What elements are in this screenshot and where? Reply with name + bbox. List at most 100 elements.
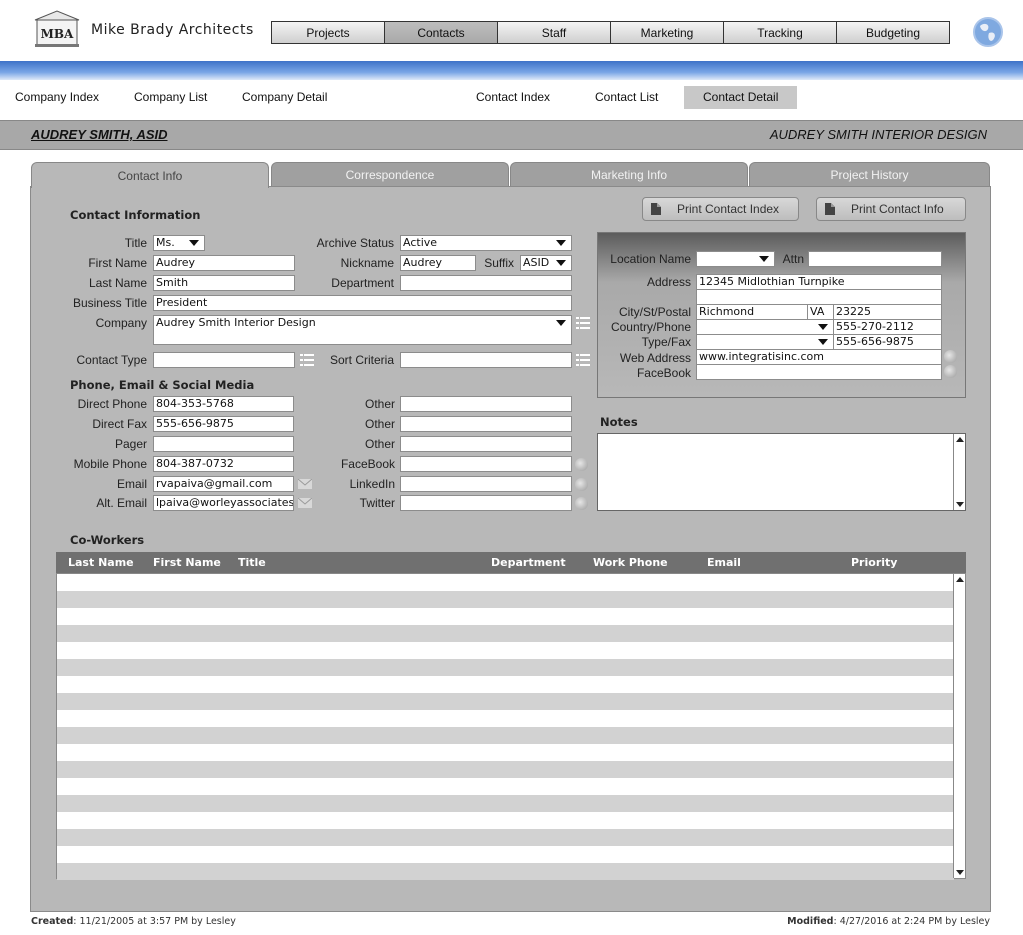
scroll-down-icon[interactable]: [956, 502, 964, 507]
web-address-field[interactable]: www.integratisinc.com: [696, 349, 942, 365]
department-field[interactable]: [400, 275, 572, 291]
col-title[interactable]: Title: [238, 556, 266, 569]
nav-budgeting[interactable]: Budgeting: [836, 21, 950, 44]
facebook-field[interactable]: [400, 456, 572, 472]
subnav-contact-detail[interactable]: Contact Detail: [684, 86, 798, 109]
state-field[interactable]: VA: [807, 304, 834, 320]
tab-marketing-info[interactable]: Marketing Info: [510, 162, 748, 187]
table-row[interactable]: [57, 846, 954, 863]
table-row[interactable]: [57, 676, 954, 693]
table-row[interactable]: [57, 659, 954, 676]
first-name-field[interactable]: Audrey: [153, 255, 295, 271]
print-contact-index-button[interactable]: Print Contact Index: [642, 197, 799, 221]
go-icon[interactable]: [575, 497, 588, 510]
other2-label: Other: [364, 417, 395, 431]
tab-contact-info[interactable]: Contact Info: [31, 162, 269, 188]
alt-email-field[interactable]: lpaiva@worleyassociates: [153, 495, 294, 511]
city-field[interactable]: Richmond: [696, 304, 808, 320]
title-select[interactable]: Ms.: [153, 235, 205, 251]
scroll-up-icon[interactable]: [956, 577, 964, 582]
archive-status-select[interactable]: Active: [400, 235, 572, 251]
address2-field[interactable]: [696, 289, 942, 305]
table-row[interactable]: [57, 829, 954, 846]
nav-projects[interactable]: Projects: [271, 21, 385, 44]
location-name-select[interactable]: [696, 251, 775, 267]
nav-staff[interactable]: Staff: [497, 21, 611, 44]
location-phone-field[interactable]: 555-270-2112: [833, 319, 942, 335]
table-row[interactable]: [57, 574, 954, 591]
subnav-contact-index[interactable]: Contact Index: [476, 86, 550, 109]
go-icon[interactable]: [575, 458, 588, 471]
table-row[interactable]: [57, 727, 954, 744]
nav-contacts[interactable]: Contacts: [384, 21, 498, 44]
sort-criteria-field[interactable]: [400, 352, 572, 368]
col-department[interactable]: Department: [491, 556, 566, 569]
country-select[interactable]: [696, 319, 834, 335]
col-email[interactable]: Email: [707, 556, 741, 569]
email-field[interactable]: rvapaiva@gmail.com: [153, 476, 294, 492]
table-row[interactable]: [57, 710, 954, 727]
location-fax-field[interactable]: 555-656-9875: [833, 334, 942, 350]
table-row[interactable]: [57, 608, 954, 625]
address-field[interactable]: 12345 Midlothian Turnpike: [696, 274, 942, 290]
col-last-name[interactable]: Last Name: [68, 556, 134, 569]
table-row[interactable]: [57, 625, 954, 642]
notes-textarea[interactable]: [597, 433, 966, 511]
subnav-company-index[interactable]: Company Index: [15, 86, 99, 109]
scroll-down-icon[interactable]: [956, 870, 964, 875]
business-title-field[interactable]: President: [153, 295, 572, 311]
table-row[interactable]: [57, 591, 954, 608]
table-row[interactable]: [57, 761, 954, 778]
scroll-up-icon[interactable]: [956, 437, 964, 442]
contact-type-field[interactable]: [153, 352, 295, 368]
last-name-label: Last Name: [88, 276, 147, 290]
subnav-company-detail[interactable]: Company Detail: [242, 86, 327, 109]
type-select[interactable]: [696, 334, 834, 350]
tab-project-history[interactable]: Project History: [749, 162, 990, 187]
suffix-select[interactable]: ASID: [520, 255, 572, 271]
direct-fax-field[interactable]: 555-656-9875: [153, 416, 294, 432]
last-name-field[interactable]: Smith: [153, 275, 295, 291]
nav-tracking[interactable]: Tracking: [723, 21, 837, 44]
table-row[interactable]: [57, 744, 954, 761]
print-contact-info-button[interactable]: Print Contact Info: [816, 197, 966, 221]
table-row[interactable]: [57, 642, 954, 659]
twitter-field[interactable]: [400, 495, 572, 511]
company-select[interactable]: Audrey Smith Interior Design: [153, 315, 572, 345]
table-row[interactable]: [57, 778, 954, 795]
table-row[interactable]: [57, 795, 954, 812]
nav-marketing[interactable]: Marketing: [610, 21, 724, 44]
list-icon[interactable]: [576, 317, 590, 329]
go-icon[interactable]: [575, 478, 588, 491]
table-row[interactable]: [57, 812, 954, 829]
go-icon[interactable]: [944, 350, 957, 363]
coworkers-table[interactable]: [56, 573, 966, 880]
subnav-company-list[interactable]: Company List: [134, 86, 207, 109]
col-first-name[interactable]: First Name: [153, 556, 221, 569]
other2-field[interactable]: [400, 416, 572, 432]
col-priority[interactable]: Priority: [851, 556, 897, 569]
list-icon[interactable]: [576, 354, 590, 366]
attn-field[interactable]: [808, 251, 942, 267]
postal-field[interactable]: 23225: [833, 304, 942, 320]
direct-phone-field[interactable]: 804-353-5768: [153, 396, 294, 412]
globe-icon[interactable]: [972, 16, 1004, 48]
other1-field[interactable]: [400, 396, 572, 412]
table-row[interactable]: [57, 693, 954, 710]
tab-correspondence[interactable]: Correspondence: [271, 162, 509, 187]
suffix-label: Suffix: [484, 256, 514, 270]
linkedin-field[interactable]: [400, 476, 572, 492]
go-icon[interactable]: [944, 365, 957, 378]
pager-field[interactable]: [153, 436, 294, 452]
mobile-phone-field[interactable]: 804-387-0732: [153, 456, 294, 472]
location-facebook-field[interactable]: [696, 364, 942, 380]
caret-down-icon: [556, 240, 566, 246]
table-row[interactable]: [57, 863, 954, 880]
notes-scrollbar[interactable]: [953, 434, 965, 510]
subnav-contact-list[interactable]: Contact List: [595, 86, 658, 109]
nickname-field[interactable]: Audrey: [400, 255, 476, 271]
other3-field[interactable]: [400, 436, 572, 452]
col-work-phone[interactable]: Work Phone: [593, 556, 668, 569]
print-icon: [825, 203, 835, 215]
coworkers-scrollbar[interactable]: [953, 574, 965, 878]
